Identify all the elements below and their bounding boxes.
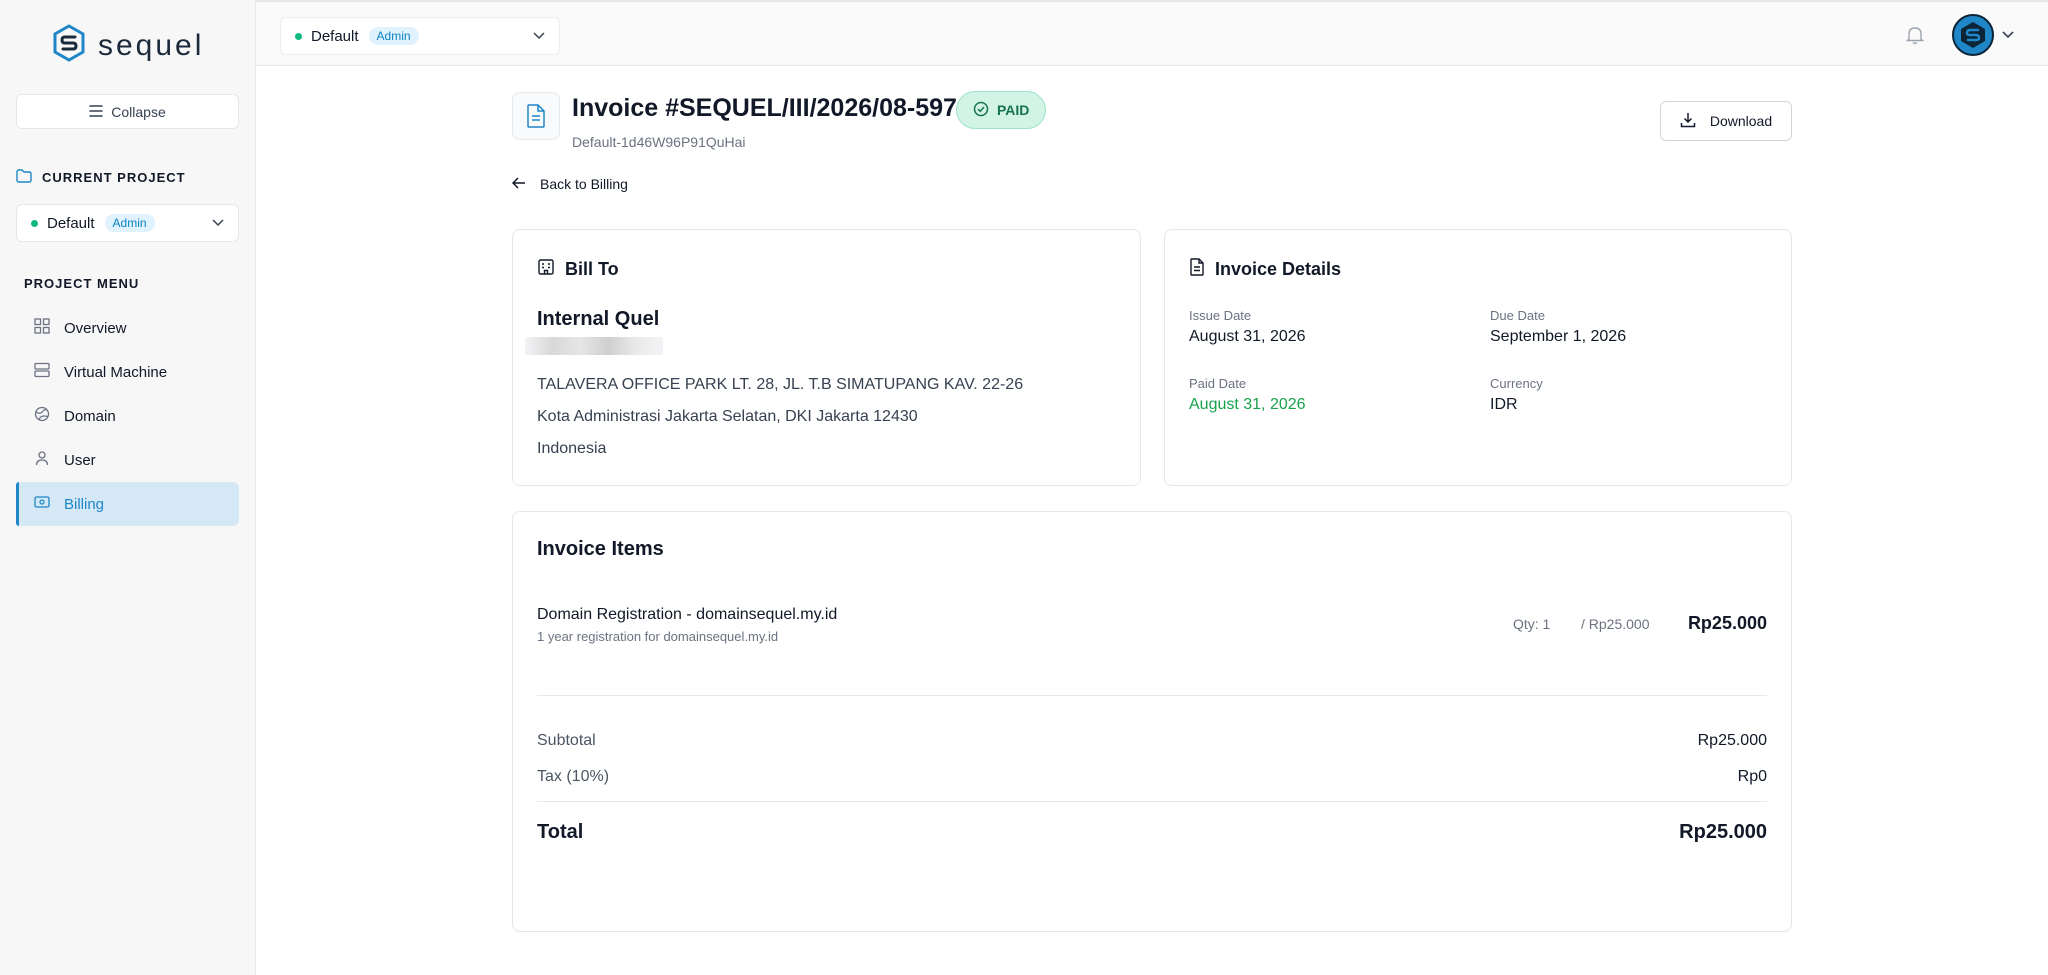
current-project-heading: CURRENT PROJECT [16,169,186,186]
role-badge: Admin [104,214,155,232]
address-line-1: TALAVERA OFFICE PARK LT. 28, JL. T.B SIM… [537,376,1024,393]
folder-icon [16,169,32,186]
collapse-button[interactable]: Collapse [16,94,239,129]
sidebar-item-domain[interactable]: Domain [16,394,239,438]
company-name: Internal Quel [537,308,660,330]
currency-value: IDR [1490,396,1518,413]
status-badge: PAID [956,91,1047,129]
project-name: Default [311,27,359,45]
chevron-down-icon [533,32,545,40]
sidebar: sequel Collapse CURRENT PROJECT Default … [0,0,256,975]
brand-logo[interactable]: sequel [52,24,204,67]
bill-to-heading: Bill To [537,258,619,281]
topbar-project-select[interactable]: Default Admin [280,17,560,55]
chevron-down-icon [2002,26,2014,44]
back-label: Back to Billing [540,176,628,192]
sidebar-item-overview[interactable]: Overview [16,306,239,350]
total-value: Rp25.000 [1679,821,1767,843]
subtotal-label: Subtotal [537,732,596,749]
divider [537,801,1767,802]
sidebar-item-label: User [64,451,96,469]
current-project-label: CURRENT PROJECT [42,170,186,185]
paid-date-value: August 31, 2026 [1189,396,1306,413]
menu-icon [89,104,104,120]
download-button[interactable]: Download [1660,101,1792,141]
item-description: 1 year registration for domainsequel.my.… [537,629,779,644]
bill-to-label: Bill To [565,259,619,279]
role-badge: Admin [368,27,419,45]
brand-name: sequel [98,28,205,62]
download-icon [1680,112,1696,131]
check-circle-icon [973,101,989,120]
sidebar-project-select[interactable]: Default Admin [16,204,239,242]
invoice-details-label: Invoice Details [1215,259,1342,279]
document-icon [1189,258,1205,281]
item-name: Domain Registration - domainsequel.my.id [537,606,838,623]
project-menu-heading: PROJECT MENU [24,276,140,291]
status-dot [31,219,38,227]
billing-icon [34,495,50,513]
user-menu[interactable] [1952,14,2014,56]
divider [537,695,1767,696]
issue-date-label: Issue Date [1189,308,1252,323]
paid-date-label: Paid Date [1189,376,1247,391]
status-label: PAID [997,102,1030,118]
sidebar-item-label: Billing [64,495,105,513]
back-to-billing-link[interactable]: Back to Billing [511,176,628,192]
main-content: Invoice #SEQUEL/III/2026/08-597 PAID Def… [256,66,2048,975]
globe-icon [34,406,50,426]
invoice-details-heading: Invoice Details [1189,258,1341,281]
avatar [1952,14,1994,56]
sidebar-item-label: Virtual Machine [64,363,168,381]
invoice-details-card: Invoice Details Issue Date August 31, 20… [1164,229,1792,486]
currency-label: Currency [1490,376,1543,391]
sidebar-item-label: Domain [64,407,116,425]
subtotal-value: Rp25.000 [1697,732,1767,749]
sidebar-item-user[interactable]: User [16,438,239,482]
bell-icon[interactable] [1905,25,1925,50]
server-icon [34,362,50,382]
due-date-label: Due Date [1490,308,1545,323]
page-title: Invoice #SEQUEL/III/2026/08-597 [572,94,957,122]
invoice-document-icon [512,92,560,140]
grid-icon [34,318,50,338]
sidebar-item-billing[interactable]: Billing [16,482,239,526]
collapse-label: Collapse [111,103,166,120]
tax-value: Rp0 [1737,768,1767,785]
sequel-logo-icon [52,24,86,67]
invoice-subtitle: Default-1d46W96P91QuHai [572,134,746,150]
building-icon [537,258,555,281]
sidebar-item-label: Overview [64,319,127,337]
item-total: Rp25.000 [1687,613,1767,633]
arrow-left-icon [511,176,526,192]
address-line-2: Kota Administrasi Jakarta Selatan, DKI J… [537,408,918,425]
status-dot [295,32,302,40]
top-bar: Default Admin [256,0,2048,66]
download-label: Download [1709,113,1773,129]
sidebar-item-virtual-machine[interactable]: Virtual Machine [16,350,239,394]
total-label: Total [537,821,584,843]
user-icon [34,450,50,470]
due-date-value: September 1, 2026 [1490,328,1627,345]
chevron-down-icon [212,219,224,227]
bill-to-card: Bill To Internal Quel TALAVERA OFFICE PA… [512,229,1141,486]
project-menu: Overview Virtual Machine Domain User Bil… [16,306,239,526]
item-unit-price: / Rp25.000 [1581,616,1650,632]
issue-date-value: August 31, 2026 [1189,328,1306,345]
tax-label: Tax (10%) [537,768,610,785]
redacted-field [525,337,663,355]
invoice-items-heading: Invoice Items [537,538,664,560]
item-qty: Qty: 1 [1513,616,1551,632]
invoice-items-card: Invoice Items Domain Registration - doma… [512,511,1792,932]
address-country: Indonesia [537,440,607,457]
project-name: Default [47,214,95,232]
